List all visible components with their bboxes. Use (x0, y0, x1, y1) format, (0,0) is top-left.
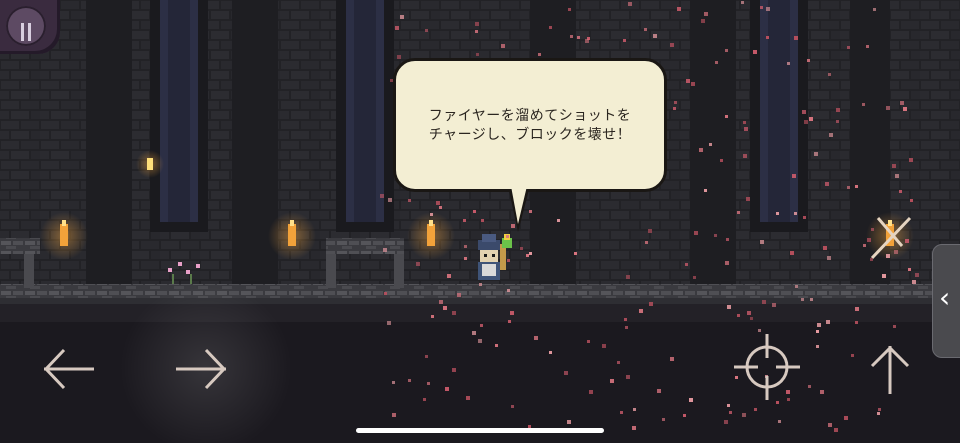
move-left-button[interactable] (40, 346, 98, 392)
tutorial-message: ファイヤーを溜めてショットを チャージし、ブロックを壊せ！ (396, 107, 664, 145)
home-indicator[interactable] (356, 428, 604, 433)
speech-bubble: ファイヤーを溜めてショットを チャージし、ブロックを壊せ！ (393, 58, 667, 192)
tutorial-message-line-2: チャージし、ブロックを壊せ！ (428, 127, 632, 143)
jump-button[interactable] (866, 342, 914, 398)
pause-button[interactable] (0, 0, 60, 54)
aim-button[interactable] (730, 330, 804, 404)
pause-icon (6, 6, 46, 46)
crosshair-icon (734, 334, 800, 400)
arrow-up-icon (870, 345, 910, 394)
move-right-button[interactable] (172, 346, 230, 392)
arrow-left-icon (43, 348, 94, 390)
side-panel-tab[interactable]: ‹ (932, 244, 960, 358)
chevron-left-icon: ‹ (939, 281, 951, 314)
tutorial-message-line-1: ファイヤーを溜めてショットを (428, 108, 632, 124)
arrow-right-icon (176, 348, 227, 390)
